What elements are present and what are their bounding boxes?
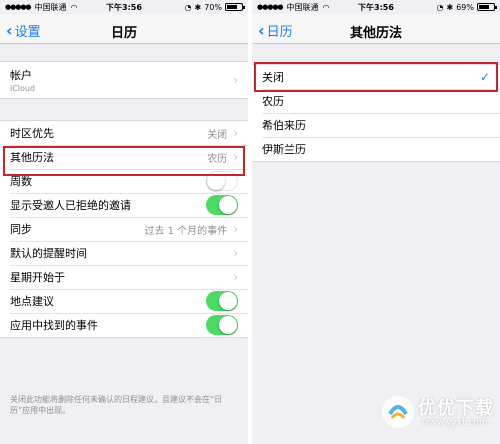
alarm-icon: ◔ — [436, 2, 444, 12]
signal-strength-icon: ●●●●● — [5, 3, 32, 11]
back-button-label: 日历 — [266, 25, 293, 40]
other-calendars-label: 其他历法 — [10, 151, 54, 164]
watermark-logo-icon — [382, 396, 414, 428]
week-numbers-row: 周数 — [0, 169, 248, 193]
status-bar: ●●●●● 中国联通 ◠ 下午3:56 ◔ ✱ 69% — [252, 0, 500, 14]
watermark: 优优下载 www.yyxt.com — [378, 386, 498, 438]
events-found-in-apps-toggle[interactable] — [206, 315, 238, 335]
events-found-in-apps-label: 应用中找到的事件 — [10, 319, 98, 332]
week-numbers-toggle[interactable] — [206, 171, 238, 191]
default-alert-times-label: 默认的提醒时间 — [10, 247, 87, 260]
other-calendars-screen: ●●●●● 中国联通 ◠ 下午3:56 ◔ ✱ 69% ‹ 日历 其他历法 关闭… — [252, 0, 500, 444]
option-label: 农历 — [262, 95, 284, 108]
chevron-right-icon: › — [233, 270, 238, 284]
navigation-bar: ‹ 设置 日历 — [0, 14, 248, 44]
battery-percent: 69% — [456, 2, 474, 12]
accounts-sublabel: iCloud — [10, 84, 36, 93]
default-alert-times-row[interactable]: 默认的提醒时间 › — [0, 241, 248, 265]
option-off-row[interactable]: 关闭 ✓ — [252, 65, 500, 89]
other-calendars-value: 农历 — [207, 153, 228, 165]
chevron-left-icon: ‹ — [6, 20, 13, 40]
time-zone-override-label: 时区优先 — [10, 127, 54, 140]
location-suggestions-toggle[interactable] — [206, 291, 238, 311]
start-week-on-label: 星期开始于 — [10, 271, 65, 284]
chevron-left-icon: ‹ — [258, 20, 265, 40]
back-button[interactable]: ‹ 设置 — [6, 21, 41, 40]
time-zone-override-value: 关闭 — [207, 129, 228, 141]
show-declined-label: 显示受邀人已拒绝的邀请 — [10, 199, 131, 212]
chevron-right-icon: › — [233, 222, 238, 236]
option-label: 关闭 — [262, 71, 284, 84]
chevron-right-icon: › — [233, 126, 238, 140]
status-bar: ●●●●● 中国联通 ◠ 下午3:56 ◔ ✱ 70% — [0, 0, 248, 14]
accounts-group: 帐户 iCloud › — [0, 61, 248, 99]
bluetooth-icon: ✱ — [446, 2, 454, 12]
calendar-options-list: 关闭 ✓ 农历 希伯来历 伊斯兰历 — [252, 64, 500, 162]
watermark-text: 优优下载 — [418, 398, 494, 419]
battery-icon — [477, 3, 497, 11]
bluetooth-icon: ✱ — [194, 2, 202, 12]
battery-percent: 70% — [204, 2, 222, 12]
show-declined-row: 显示受邀人已拒绝的邀请 — [0, 193, 248, 217]
chevron-right-icon: › — [233, 73, 238, 87]
start-week-on-row[interactable]: 星期开始于 › — [0, 265, 248, 289]
accounts-row[interactable]: 帐户 iCloud › — [0, 62, 248, 98]
navigation-bar: ‹ 日历 其他历法 — [252, 14, 500, 44]
carrier-label: 中国联通 — [34, 2, 67, 12]
option-islamic-row[interactable]: 伊斯兰历 — [252, 137, 500, 161]
battery-icon — [225, 3, 245, 11]
time-zone-override-row[interactable]: 时区优先 关闭 › — [0, 121, 248, 145]
sync-value: 过去 1 个月的事件 — [144, 225, 228, 237]
footer-note: 关闭此功能将删除任何未确认的日程建议，且建议不会在“日历”应用中出现。 — [10, 395, 223, 415]
location-suggestions-label: 地点建议 — [10, 295, 54, 308]
show-declined-toggle[interactable] — [206, 195, 238, 215]
wifi-icon: ◠ — [70, 2, 78, 12]
wifi-icon: ◠ — [322, 2, 330, 12]
checkmark-icon: ✓ — [479, 70, 490, 84]
alarm-icon: ◔ — [184, 2, 192, 12]
sync-row[interactable]: 同步 过去 1 个月的事件 › — [0, 217, 248, 241]
watermark-url: www.yyxt.com — [422, 418, 488, 428]
other-calendars-row[interactable]: 其他历法 农历 › — [0, 145, 248, 169]
calendar-settings-screen: ●●●●● 中国联通 ◠ 下午3:56 ◔ ✱ 70% ‹ 设置 日历 帐户 i… — [0, 0, 248, 444]
option-label: 伊斯兰历 — [262, 143, 306, 156]
chevron-right-icon: › — [233, 150, 238, 164]
option-label: 希伯来历 — [262, 119, 306, 132]
back-button-label: 设置 — [14, 25, 41, 40]
back-button[interactable]: ‹ 日历 — [258, 21, 293, 40]
carrier-label: 中国联通 — [286, 2, 319, 12]
calendar-options-group: 时区优先 关闭 › 其他历法 农历 › 周数 显示受邀人已拒绝的邀请 同步 过去… — [0, 120, 248, 338]
option-hebrew-row[interactable]: 希伯来历 — [252, 113, 500, 137]
week-numbers-label: 周数 — [10, 175, 32, 188]
accounts-label: 帐户 — [10, 69, 32, 82]
events-found-in-apps-row: 应用中找到的事件 — [0, 313, 248, 337]
signal-strength-icon: ●●●●● — [257, 3, 284, 11]
chevron-right-icon: › — [233, 246, 238, 260]
option-chinese-row[interactable]: 农历 — [252, 89, 500, 113]
sync-label: 同步 — [10, 223, 32, 236]
location-suggestions-row: 地点建议 — [0, 289, 248, 313]
